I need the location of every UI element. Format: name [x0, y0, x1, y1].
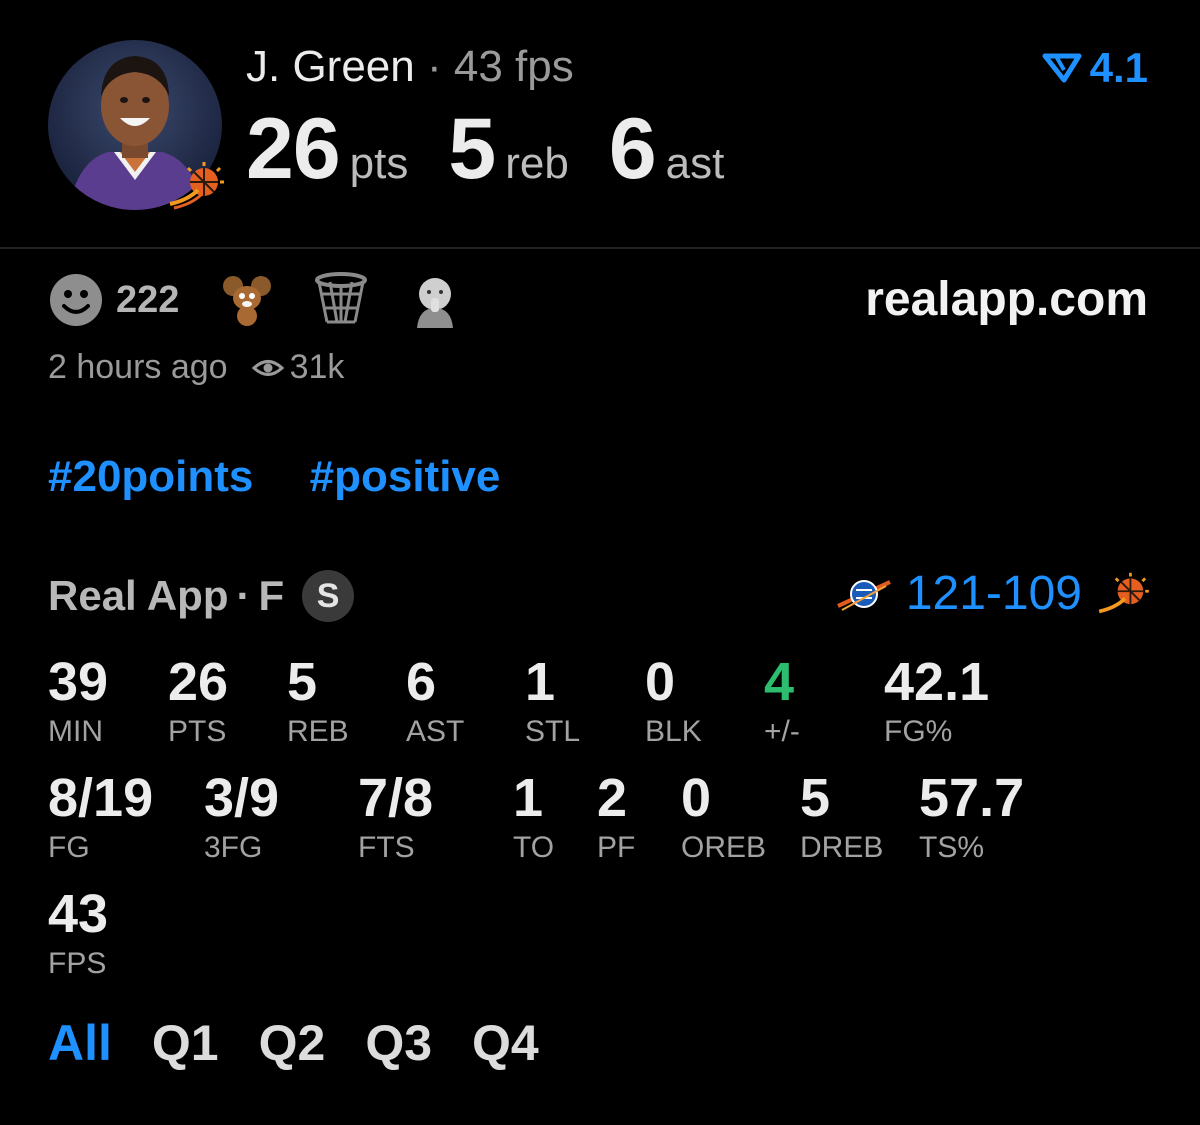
stat-min: 39 MIN: [48, 652, 108, 750]
player-name[interactable]: J. Green: [246, 42, 415, 91]
stat-value: 0: [681, 768, 712, 828]
stat-3fg: 3/9 3FG: [204, 768, 279, 866]
away-score: 109: [1001, 567, 1082, 620]
stat-label: BLK: [645, 715, 702, 748]
stat-value: 42.1: [884, 652, 990, 712]
reaction-count[interactable]: 222: [116, 279, 179, 322]
name-separator: ·: [426, 42, 442, 91]
headline-points: 26: [246, 101, 341, 197]
source-name[interactable]: Real App: [48, 572, 228, 620]
rating-badge[interactable]: 4.1: [1042, 44, 1148, 92]
post-meta: 2 hours ago 31k: [48, 348, 344, 387]
stat-value: 1: [525, 652, 556, 712]
stat-value: 5: [800, 768, 831, 828]
stat-value: 26: [168, 652, 229, 712]
stat-ts-pct: 57.7 TS%: [919, 768, 1024, 866]
stat-value: 39: [48, 652, 109, 712]
suns-logo-icon: [169, 162, 224, 210]
rebounds-unit: reb: [505, 139, 569, 188]
header-divider: [0, 247, 1200, 249]
rating-value: 4.1: [1089, 44, 1148, 91]
stat-label: +/-: [764, 715, 800, 748]
game-score[interactable]: 121-109: [836, 566, 1152, 621]
stat-label: FG: [48, 831, 90, 864]
tab-all[interactable]: All: [48, 1014, 112, 1072]
stat-pf: 2 PF: [597, 768, 635, 866]
status-badge: S: [302, 570, 355, 622]
game-status: F: [258, 572, 285, 619]
stat-value: 43: [48, 884, 109, 944]
stat-value: 8/19: [48, 768, 154, 828]
stat-oreb: 0 OREB: [681, 768, 766, 866]
stat-value: 2: [597, 768, 628, 828]
quarter-tabs: All Q1 Q2 Q3 Q4: [48, 1014, 539, 1072]
stat-label: REB: [287, 715, 349, 748]
stat-stl: 1 STL: [525, 652, 580, 750]
player-name-line: J. Green · 43 fps: [246, 42, 574, 92]
stat-fps: 43 FPS: [48, 884, 108, 982]
home-score: 121: [905, 567, 986, 620]
source-separator: ·: [236, 572, 251, 619]
stat-label: FTS: [358, 831, 415, 864]
stat-plus-minus: 4 +/-: [764, 652, 800, 750]
site-link[interactable]: realapp.com: [865, 272, 1148, 327]
eye-icon: [251, 359, 284, 376]
stat-to: 1 TO: [513, 768, 554, 866]
view-count-group: 31k: [251, 348, 345, 387]
stat-ast: 6 AST: [406, 652, 464, 750]
stat-label: PF: [597, 831, 636, 864]
stat-label: OREB: [681, 831, 767, 864]
stat-label: DREB: [800, 831, 884, 864]
time-ago: 2 hours ago: [48, 348, 228, 386]
game-source-line: Real App · F S: [48, 570, 355, 622]
stat-label: TO: [513, 831, 555, 864]
assists-unit: ast: [665, 139, 725, 188]
headline-rebounds: 5: [448, 101, 496, 197]
stat-fg-pct: 42.1 FG%: [884, 652, 989, 750]
stat-value: 57.7: [919, 768, 1025, 828]
stat-label: TS%: [919, 831, 985, 864]
headline-statline: 26 pts 5 reb 6 ast: [246, 100, 764, 199]
stat-blk: 0 BLK: [645, 652, 702, 750]
stat-value: 0: [645, 652, 676, 712]
stat-label: FG%: [884, 715, 953, 748]
suns-logo-icon: [1098, 572, 1149, 613]
stat-label: MIN: [48, 715, 103, 748]
headline-assists: 6: [608, 101, 657, 197]
smiley-icon[interactable]: [48, 272, 104, 328]
tab-q4[interactable]: Q4: [472, 1014, 539, 1072]
stat-label: AST: [406, 715, 465, 748]
tab-q3[interactable]: Q3: [365, 1014, 432, 1072]
stat-dreb: 5 DREB: [800, 768, 883, 866]
stat-value: 3/9: [204, 768, 280, 828]
hashtag-positive[interactable]: #positive: [310, 452, 501, 501]
score-dash: -: [985, 567, 1002, 620]
view-count: 31k: [289, 348, 345, 386]
stat-fts: 7/8 FTS: [358, 768, 433, 866]
stat-label: FPS: [48, 947, 107, 980]
baby-sticker-icon[interactable]: [407, 272, 463, 328]
stat-value: 5: [287, 652, 318, 712]
stat-value: 6: [406, 652, 437, 712]
basketball-net-icon[interactable]: [313, 272, 369, 328]
hashtag-list: #20points #positive: [48, 452, 544, 502]
player-fps: 43 fps: [453, 42, 574, 91]
stat-label: 3FG: [204, 831, 263, 864]
hashtag-20points[interactable]: #20points: [48, 452, 253, 501]
thunder-logo-icon: [836, 579, 891, 611]
stat-value: 7/8: [358, 768, 434, 828]
mouse-sticker-icon[interactable]: [219, 272, 275, 328]
reactions-row: 222: [48, 272, 501, 328]
stat-reb: 5 REB: [287, 652, 349, 750]
stat-value: 1: [513, 768, 544, 828]
stat-label: STL: [525, 715, 581, 748]
real-rating-icon: [1042, 53, 1082, 83]
points-unit: pts: [349, 139, 409, 188]
tab-q2[interactable]: Q2: [259, 1014, 326, 1072]
tab-q1[interactable]: Q1: [152, 1014, 219, 1072]
stat-label: PTS: [168, 715, 227, 748]
stat-value: 4: [764, 652, 795, 712]
stat-pts: 26 PTS: [168, 652, 228, 750]
stat-fg: 8/19 FG: [48, 768, 153, 866]
